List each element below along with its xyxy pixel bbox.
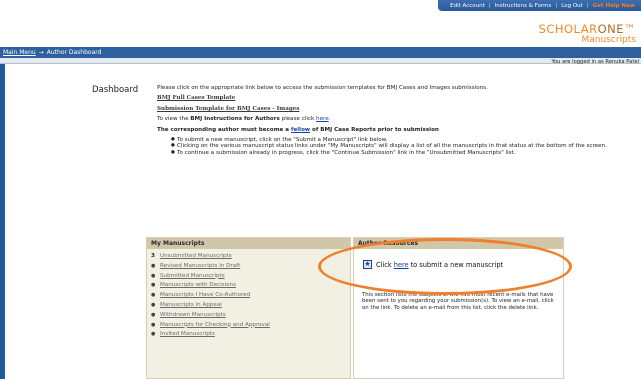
- bullet-icon: ●: [151, 321, 156, 328]
- author-resources-title: Author Resources: [354, 238, 563, 249]
- instructions-forms-link[interactable]: Instructions & Forms: [495, 3, 552, 9]
- breadcrumb: Main Menu → Author Dashboard: [0, 47, 641, 58]
- list-item: ● Revised Manuscripts in Draft: [151, 262, 346, 272]
- bullet-icon: ●: [151, 301, 156, 308]
- my-manuscripts-title: My Manuscripts: [147, 238, 350, 249]
- recent-emails-description: This section lists the subjects of the f…: [362, 292, 554, 311]
- submit-prefix: Click: [376, 260, 392, 269]
- bullet-icon: ●: [151, 272, 156, 279]
- submit-here-link[interactable]: here: [394, 261, 409, 269]
- bullet-icon: ●: [151, 262, 156, 269]
- instructions-line: To view the BMJ Instructions for Authors…: [157, 116, 629, 122]
- breadcrumb-arrow: →: [38, 49, 44, 56]
- submitted-manuscripts-link[interactable]: Submitted Manuscripts: [160, 272, 225, 282]
- checking-approval-link[interactable]: Manuscripts for Checking and Approval: [160, 321, 270, 331]
- dashboard-instructions: Please click on the appropriate link bel…: [157, 85, 629, 157]
- instructions-here-link[interactable]: here: [316, 116, 329, 122]
- page-title: Dashboard: [92, 85, 139, 95]
- logo-mark: ™: [624, 22, 636, 36]
- bullet-icon: ●: [151, 292, 156, 299]
- revised-manuscripts-link[interactable]: Revised Manuscripts in Draft: [160, 262, 240, 272]
- my-manuscripts-panel: My Manuscripts 3 Unsubmitted Manuscripts …: [146, 237, 351, 379]
- logo-one: ONE: [597, 22, 624, 36]
- login-status: You are logged in as Renuka Patel: [551, 59, 640, 65]
- list-item: ● Withdrawn Manuscripts: [151, 311, 346, 321]
- instructions-end: .: [328, 116, 331, 123]
- instructions-mid: please click: [281, 116, 315, 123]
- page: Edit Account | Instructions & Forms | Lo…: [0, 0, 641, 379]
- list-item: ● Manuscripts with Decisions: [151, 281, 346, 291]
- manuscripts-with-decisions-link[interactable]: Manuscripts with Decisions: [160, 281, 236, 291]
- bullet-icon: ●: [151, 282, 156, 289]
- scholarone-logo: SCHOLARONE™ Manuscripts: [539, 22, 636, 45]
- list-item: ● Submitted Manuscripts: [151, 272, 346, 282]
- intro-text: Please click on the appropriate link bel…: [157, 85, 488, 91]
- logout-link[interactable]: Log Out: [561, 3, 583, 9]
- submit-suffix: to submit a new manuscript: [410, 260, 504, 269]
- logo-scholar: SCHOLAR: [538, 22, 598, 36]
- bullet-icon: ●: [151, 311, 156, 318]
- get-help-link[interactable]: Get Help Now: [593, 3, 635, 9]
- invited-manuscripts-link[interactable]: Invited Manuscripts: [160, 330, 215, 340]
- breadcrumb-current: Author Dashboard: [46, 49, 102, 56]
- star-icon[interactable]: ★: [363, 260, 372, 269]
- fellow-prefix: The corresponding author must become a: [157, 126, 290, 133]
- login-strip: [0, 58, 641, 64]
- list-item: 3 Unsubmitted Manuscripts: [151, 252, 346, 262]
- unsubmitted-manuscripts-link[interactable]: Unsubmitted Manuscripts: [160, 252, 232, 262]
- list-item: ● Manuscripts in Appeal: [151, 301, 346, 311]
- manuscript-status-list: 3 Unsubmitted Manuscripts ● Revised Manusc…: [147, 249, 350, 340]
- full-cases-template-link[interactable]: BMJ Full Cases Template: [157, 95, 235, 101]
- list-item: ● Invited Manuscripts: [151, 330, 346, 340]
- separator: |: [555, 2, 558, 9]
- list-item: ● Manuscripts I Have Co-Authored: [151, 291, 346, 301]
- separator: |: [586, 2, 589, 9]
- separator: |: [488, 2, 491, 9]
- main-menu-link[interactable]: Main Menu: [3, 49, 36, 56]
- header: Edit Account | Instructions & Forms | Lo…: [0, 0, 641, 82]
- instructions-bold: BMJ Instructions for Authors: [190, 116, 280, 123]
- left-border: [0, 64, 5, 379]
- bullet-item: To continue a submission already in prog…: [171, 150, 629, 157]
- logo-manuscripts: Manuscripts: [581, 35, 636, 45]
- logo-wordmark: SCHOLARONE™: [539, 22, 636, 36]
- instruction-bullets: To submit a new manuscript, click on the…: [171, 137, 629, 157]
- instructions-prefix: To view the: [157, 116, 189, 123]
- images-template-link[interactable]: Submission Template for BMJ Cases - Imag…: [157, 106, 299, 112]
- co-authored-manuscripts-link[interactable]: Manuscripts I Have Co-Authored: [160, 291, 250, 301]
- fellow-suffix: of BMJ Case Reports prior to submission: [312, 126, 439, 133]
- fellow-line: The corresponding author must become a f…: [157, 127, 629, 133]
- edit-account-link[interactable]: Edit Account: [450, 3, 485, 9]
- manuscripts-in-appeal-link[interactable]: Manuscripts in Appeal: [160, 301, 222, 311]
- top-links-bar: Edit Account | Instructions & Forms | Lo…: [438, 0, 641, 11]
- author-resources-panel: Author Resources ★ Click here to submit …: [353, 237, 564, 379]
- fellow-link[interactable]: fellow: [291, 127, 310, 133]
- bullet-icon: ●: [151, 331, 156, 338]
- list-item: ● Manuscripts for Checking and Approval: [151, 321, 346, 331]
- withdrawn-manuscripts-link[interactable]: Withdrawn Manuscripts: [160, 311, 226, 321]
- submit-manuscript-line: ★ Click here to submit a new manuscript: [363, 260, 503, 269]
- item-count: 3: [151, 253, 155, 259]
